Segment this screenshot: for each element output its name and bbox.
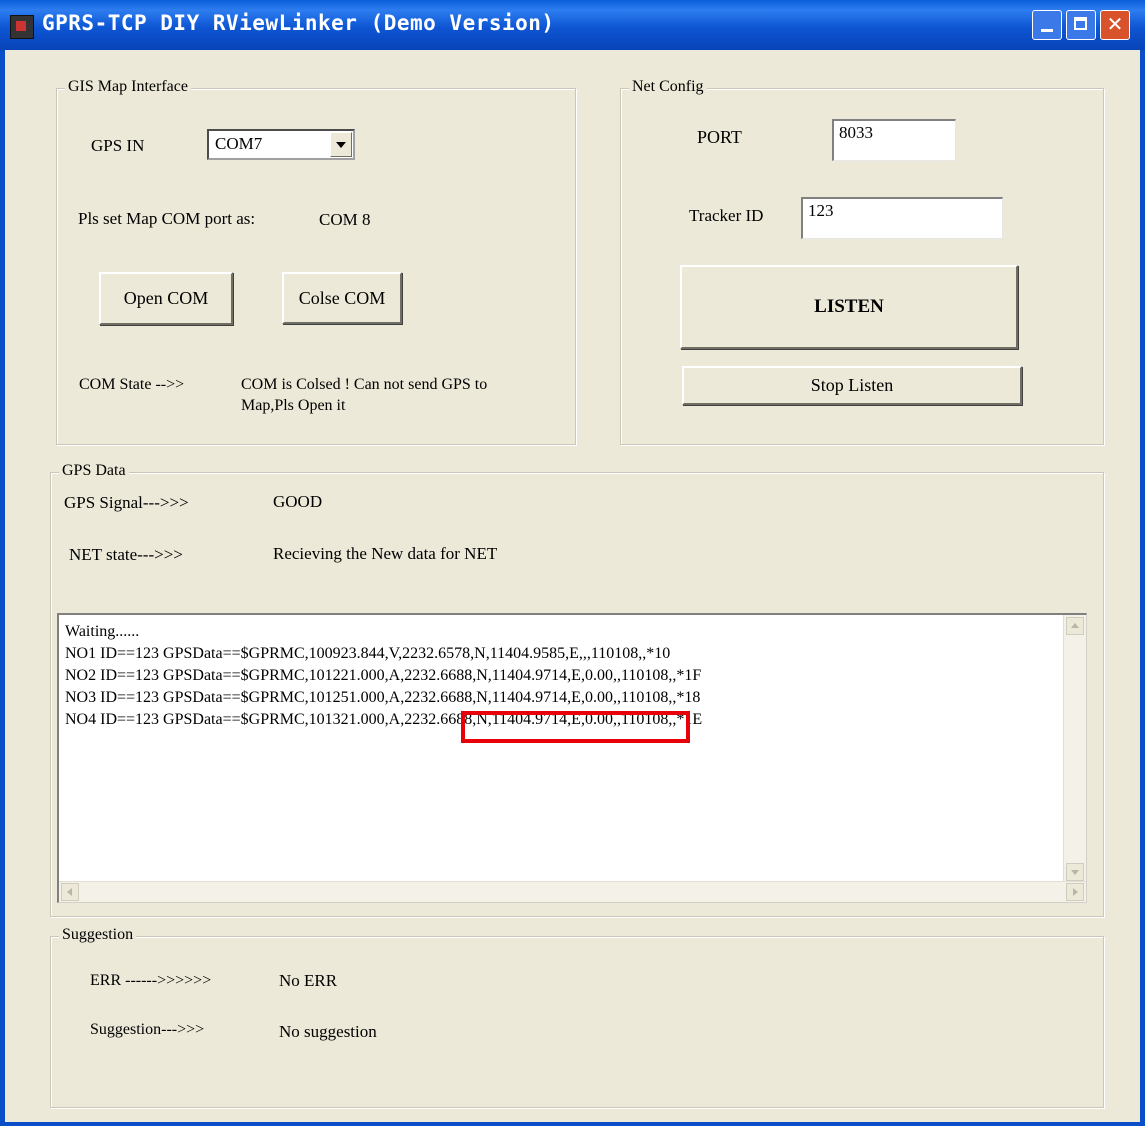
scroll-left-icon[interactable]: [61, 883, 79, 901]
suggestion-label: Suggestion--->>>: [90, 1021, 205, 1038]
com-state-line1: COM is Colsed ! Can not send GPS to: [241, 376, 488, 393]
net-state-value: Recieving the New data for NET: [273, 544, 498, 563]
map-com-label: Pls set Map COM port as:: [78, 209, 256, 228]
port-field[interactable]: 8033: [832, 119, 956, 161]
vertical-scrollbar[interactable]: [1063, 615, 1086, 883]
tracker-id-label: Tracker ID: [689, 206, 764, 225]
log-line: NO1 ID==123 GPSData==$GPRMC,100923.844,V…: [65, 645, 671, 662]
com-state-line2: Map,Pls Open it: [241, 397, 346, 414]
tracker-id-field[interactable]: 123: [801, 197, 1003, 239]
scroll-up-icon[interactable]: [1066, 617, 1084, 635]
suggestion-value: No suggestion: [279, 1022, 377, 1041]
map-com-value: COM 8: [319, 210, 371, 229]
close-button[interactable]: ✕: [1100, 10, 1130, 40]
maximize-button[interactable]: [1066, 10, 1096, 40]
com-state-label: COM State -->>: [79, 376, 185, 393]
open-com-button[interactable]: Open COM: [99, 272, 233, 325]
err-value: No ERR: [279, 971, 338, 990]
log-line: Waiting......: [65, 623, 140, 640]
stop-listen-button[interactable]: Stop Listen: [682, 366, 1022, 405]
log-line: NO2 ID==123 GPSData==$GPRMC,101221.000,A…: [65, 667, 702, 684]
gps-signal-label: GPS Signal--->>>: [64, 493, 189, 512]
app-icon[interactable]: [10, 15, 34, 39]
scroll-down-icon[interactable]: [1066, 863, 1084, 881]
suggestion-legend: Suggestion: [59, 926, 137, 944]
gps-in-label: GPS IN: [91, 136, 145, 155]
window-frame-right: [1140, 50, 1145, 1126]
port-label: PORT: [697, 127, 742, 147]
minimize-button[interactable]: [1032, 10, 1062, 40]
log-line: NO3 ID==123 GPSData==$GPRMC,101251.000,A…: [65, 689, 701, 706]
gps-data-legend: GPS Data: [59, 462, 129, 480]
window-title: GPRS-TCP DIY RViewLinker (Demo Version): [42, 11, 555, 35]
title-bar[interactable]: GPRS-TCP DIY RViewLinker (Demo Version) …: [0, 0, 1145, 50]
app-window: GPRS-TCP DIY RViewLinker (Demo Version) …: [0, 0, 1145, 1126]
window-frame-bottom: [0, 1122, 1145, 1126]
close-com-button[interactable]: Colse COM: [282, 272, 402, 324]
net-state-label: NET state--->>>: [69, 545, 183, 564]
listen-button[interactable]: LISTEN: [680, 265, 1018, 349]
coordinate-highlight-box: [461, 711, 690, 743]
chevron-down-icon[interactable]: [330, 132, 352, 157]
err-label: ERR ------>>>>>>: [90, 972, 212, 989]
gis-map-legend: GIS Map Interface: [65, 78, 191, 96]
net-config-legend: Net Config: [629, 78, 707, 96]
gps-in-value: COM7: [215, 134, 263, 153]
gps-signal-value: GOOD: [273, 492, 323, 511]
suggestion-group: Suggestion: [50, 926, 1104, 1108]
gps-log-textarea[interactable]: Waiting...... NO1 ID==123 GPSData==$GPRM…: [57, 613, 1087, 903]
window-frame-left: [0, 50, 5, 1126]
horizontal-scrollbar[interactable]: [59, 881, 1086, 902]
scroll-right-icon[interactable]: [1066, 883, 1084, 901]
gps-in-select[interactable]: COM7: [207, 129, 355, 160]
